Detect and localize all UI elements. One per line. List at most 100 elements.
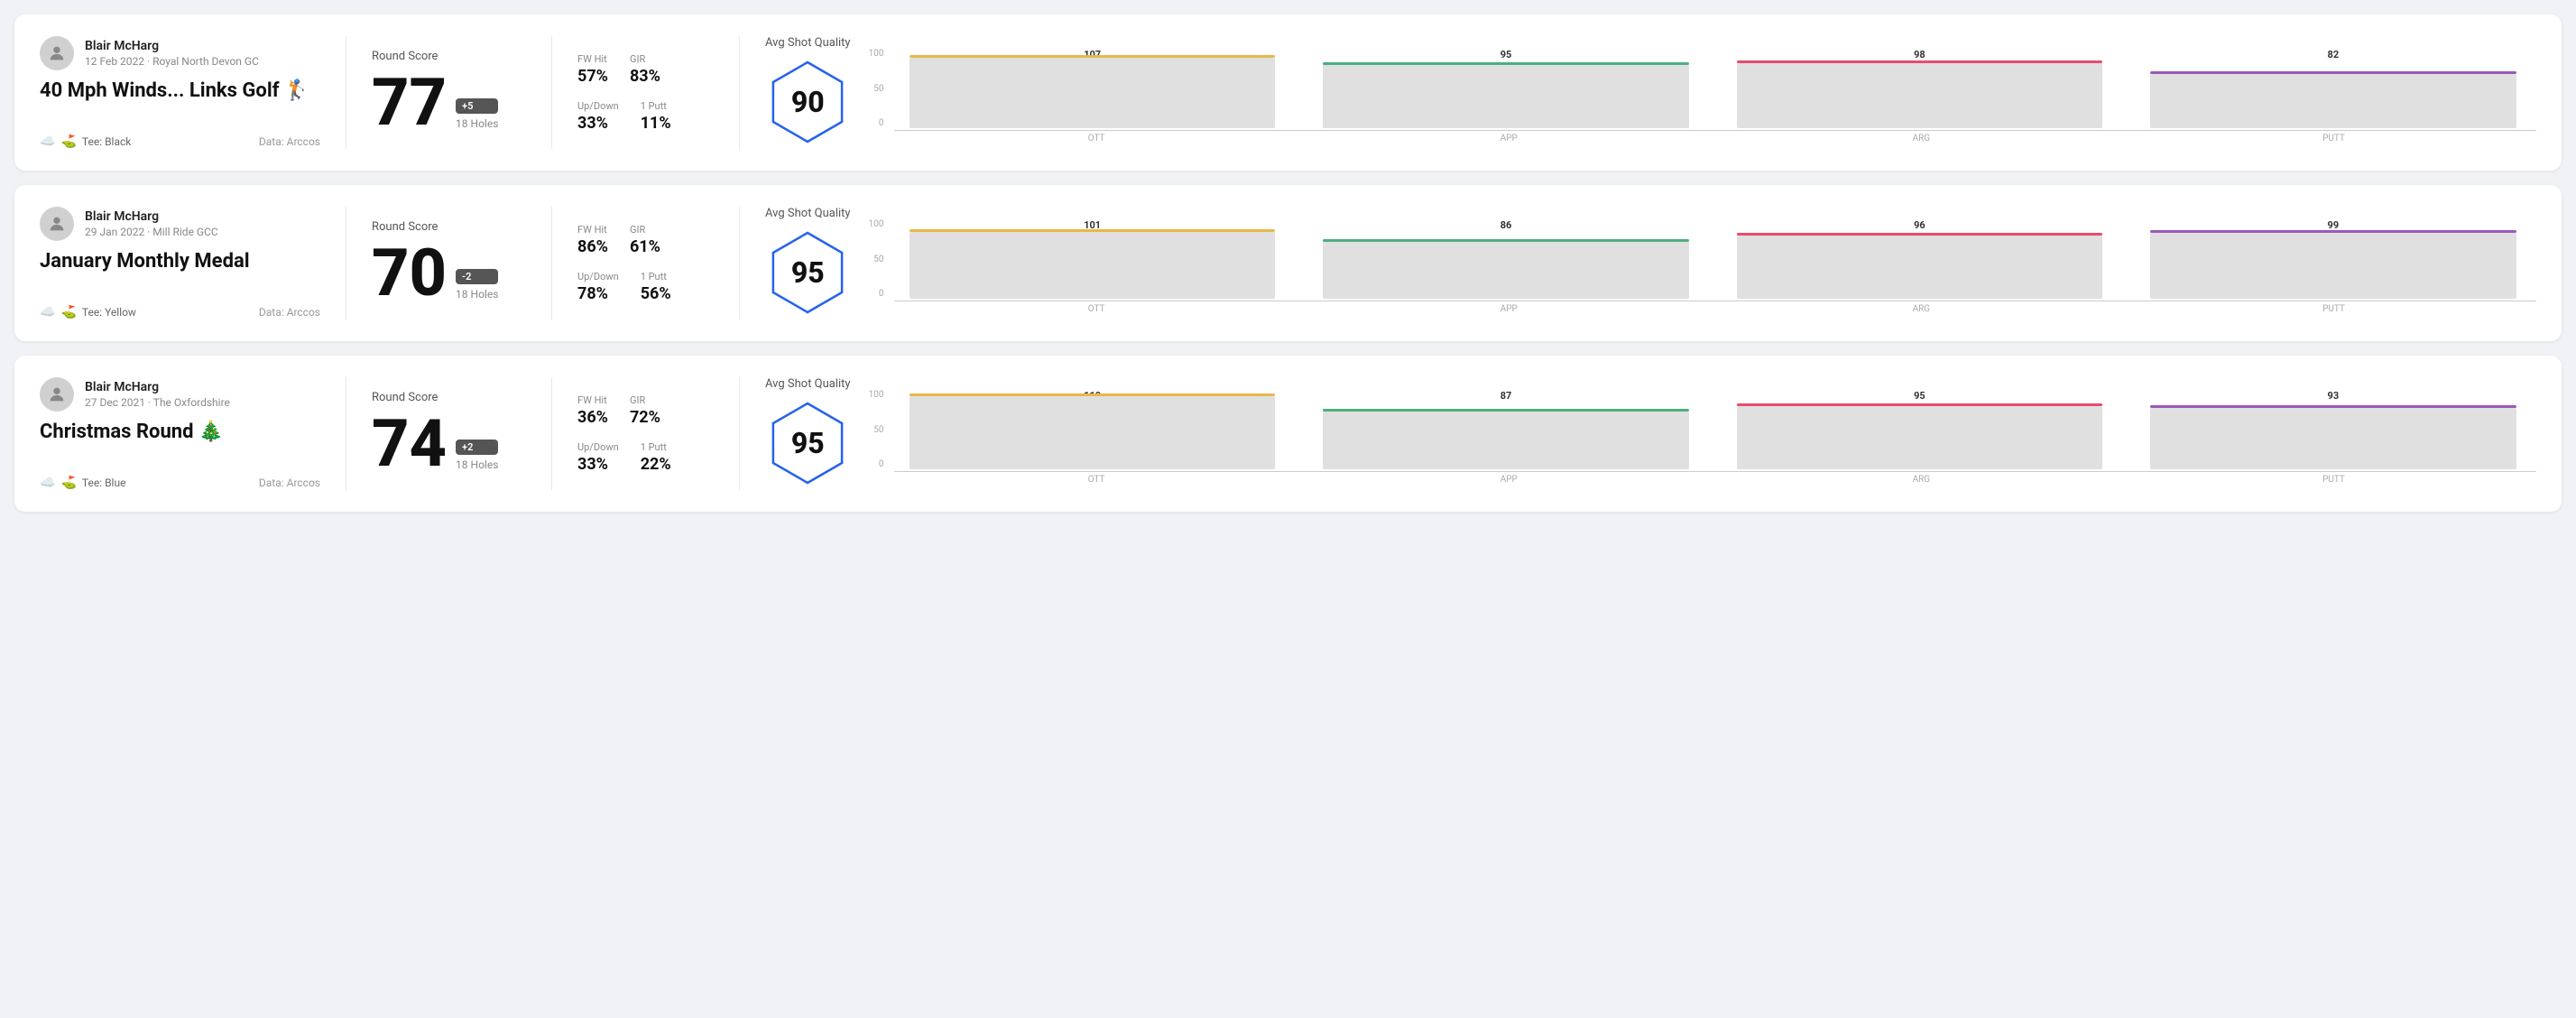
footer-row-2: ☁️ ⛳ Tee: Blue Data: Arccos <box>40 476 320 490</box>
updown-value-1: 78% <box>577 284 619 303</box>
chart-bar-app-0: 95 <box>1303 49 1709 128</box>
quality-label-2: Avg Shot Quality <box>765 377 851 391</box>
stats-row-bot-0: Up/Down 33% 1 Putt 11% <box>577 100 714 133</box>
chart-bar-ott-0: 107 <box>889 49 1295 128</box>
score-display-0: 77 +5 18 Holes <box>372 70 526 135</box>
stat-gir-2: GIR 72% <box>630 394 660 427</box>
score-display-2: 74 +2 18 Holes <box>372 412 526 477</box>
chart-bar-arg-2: 95 <box>1716 390 2122 469</box>
stat-fw-hit-2: FW Hit 36% <box>577 394 608 427</box>
user-info-0: Blair McHarg 12 Feb 2022 · Royal North D… <box>85 39 259 68</box>
score-badge-0: +5 <box>456 98 498 114</box>
user-row-0: Blair McHarg 12 Feb 2022 · Royal North D… <box>40 36 320 70</box>
x-label-app-1: APP <box>1306 304 1712 314</box>
chart-bar-putt-2: 93 <box>2130 390 2536 469</box>
chart-bar-putt-0: 82 <box>2130 49 2536 128</box>
left-section-2: Blair McHarg 27 Dec 2021 · The Oxfordshi… <box>40 377 346 490</box>
updown-label-1: Up/Down <box>577 271 619 282</box>
x-label-ott-2: OTT <box>894 475 1299 485</box>
fw-hit-label-0: FW Hit <box>577 53 608 65</box>
updown-value-0: 33% <box>577 114 619 133</box>
fw-hit-value-0: 57% <box>577 67 608 86</box>
stats-row-bot-1: Up/Down 78% 1 Putt 56% <box>577 271 714 303</box>
tee-label-2: Tee: Blue <box>82 477 126 489</box>
weather-icon-2: ☁️ <box>40 476 55 490</box>
tee-row-1: ☁️ ⛳ Tee: Yellow <box>40 305 136 319</box>
oneputt-value-2: 22% <box>641 455 671 474</box>
chart-bar-ott-1: 101 <box>889 219 1295 299</box>
x-label-putt-0: PUTT <box>2131 134 2536 143</box>
score-number-1: 70 <box>372 241 447 306</box>
oneputt-label-1: 1 Putt <box>641 271 671 282</box>
chart-bar-ott-2: 110 <box>889 390 1295 469</box>
left-section-1: Blair McHarg 29 Jan 2022 · Mill Ride GCC… <box>40 207 346 319</box>
stats-row-top-1: FW Hit 86% GIR 61% <box>577 224 714 256</box>
score-holes-0: 18 Holes <box>456 117 498 130</box>
quality-section-1: Avg Shot Quality 95 100 50 0 <box>765 207 2536 319</box>
tee-label-0: Tee: Black <box>82 135 131 148</box>
score-number-2: 74 <box>372 412 447 477</box>
quality-section-0: Avg Shot Quality 90 100 50 0 <box>765 36 2536 149</box>
quality-label-1: Avg Shot Quality <box>765 207 851 220</box>
quality-label-0: Avg Shot Quality <box>765 36 851 50</box>
x-label-putt-1: PUTT <box>2131 304 2536 314</box>
user-meta-2: 27 Dec 2021 · The Oxfordshire <box>85 396 230 409</box>
user-meta-0: 12 Feb 2022 · Royal North Devon GC <box>85 55 259 68</box>
quality-section-2: Avg Shot Quality 95 100 50 0 <box>765 377 2536 490</box>
score-detail-1: -2 18 Holes <box>456 269 498 301</box>
bar-chart-0: 100 50 0 107 95 <box>869 42 2536 143</box>
footer-row-1: ☁️ ⛳ Tee: Yellow Data: Arccos <box>40 305 320 319</box>
stat-updown-0: Up/Down 33% <box>577 100 619 133</box>
stat-updown-1: Up/Down 78% <box>577 271 619 303</box>
quality-left-2: Avg Shot Quality 95 <box>765 377 851 490</box>
chart-bar-arg-1: 96 <box>1716 219 2122 299</box>
score-detail-2: +2 18 Holes <box>456 440 498 471</box>
chart-bar-app-1: 86 <box>1303 219 1709 299</box>
x-label-putt-2: PUTT <box>2131 475 2536 485</box>
fw-hit-label-1: FW Hit <box>577 224 608 236</box>
chart-bar-putt-1: 99 <box>2130 219 2536 299</box>
gir-value-1: 61% <box>630 237 660 256</box>
quality-left-1: Avg Shot Quality 95 <box>765 207 851 319</box>
updown-label-2: Up/Down <box>577 441 619 453</box>
user-info-2: Blair McHarg 27 Dec 2021 · The Oxfordshi… <box>85 380 230 409</box>
fw-hit-label-2: FW Hit <box>577 394 608 406</box>
hex-score-2: 95 <box>791 426 825 460</box>
footer-row-0: ☁️ ⛳ Tee: Black Data: Arccos <box>40 134 320 149</box>
hexagon-2: 95 <box>767 396 848 490</box>
data-source-0: Data: Arccos <box>259 135 320 148</box>
score-section-1: Round Score 70 -2 18 Holes <box>372 207 552 319</box>
stat-fw-hit-0: FW Hit 57% <box>577 53 608 86</box>
x-label-arg-1: ARG <box>1719 304 2124 314</box>
score-label-1: Round Score <box>372 220 526 234</box>
gir-value-2: 72% <box>630 408 660 427</box>
stat-oneputt-1: 1 Putt 56% <box>641 271 671 303</box>
chart-bar-arg-0: 98 <box>1716 49 2122 128</box>
x-label-ott-0: OTT <box>894 134 1299 143</box>
updown-label-0: Up/Down <box>577 100 619 112</box>
x-label-app-0: APP <box>1306 134 1712 143</box>
stat-oneputt-0: 1 Putt 11% <box>641 100 671 133</box>
score-label-0: Round Score <box>372 50 526 63</box>
stats-row-top-0: FW Hit 57% GIR 83% <box>577 53 714 86</box>
user-name-1: Blair McHarg <box>85 209 218 224</box>
score-section-2: Round Score 74 +2 18 Holes <box>372 377 552 490</box>
tee-label-1: Tee: Yellow <box>82 306 136 319</box>
stat-fw-hit-1: FW Hit 86% <box>577 224 608 256</box>
stat-oneputt-2: 1 Putt 22% <box>641 441 671 474</box>
oneputt-label-2: 1 Putt <box>641 441 671 453</box>
score-number-0: 77 <box>372 70 447 135</box>
fw-hit-value-1: 86% <box>577 237 608 256</box>
avatar-2 <box>40 377 74 412</box>
hex-score-0: 90 <box>791 85 825 119</box>
avatar-0 <box>40 36 74 70</box>
score-label-2: Round Score <box>372 391 526 404</box>
round-title-0: 40 Mph Winds... Links Golf 🏌️ <box>40 79 320 103</box>
oneputt-value-1: 56% <box>641 284 671 303</box>
data-source-1: Data: Arccos <box>259 306 320 319</box>
round-card-1: Blair McHarg 29 Jan 2022 · Mill Ride GCC… <box>14 185 2562 341</box>
stats-section-2: FW Hit 36% GIR 72% Up/Down 33% 1 Putt 22… <box>577 377 740 490</box>
gir-label-0: GIR <box>630 53 660 65</box>
data-source-2: Data: Arccos <box>259 477 320 489</box>
score-badge-2: +2 <box>456 440 498 455</box>
